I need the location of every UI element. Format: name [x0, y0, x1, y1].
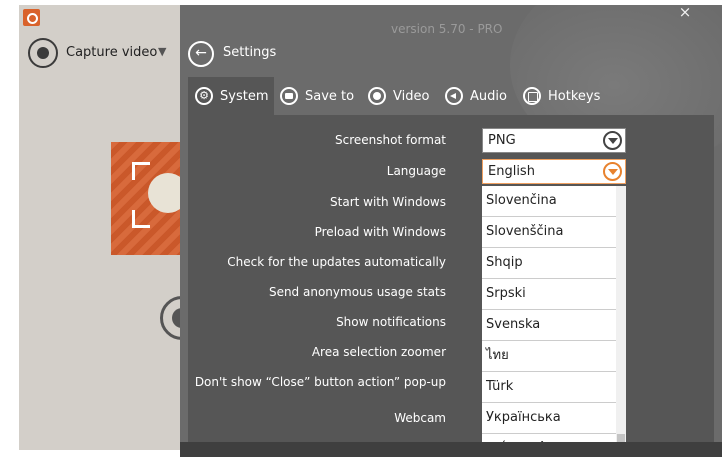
tab-audio[interactable]: Audio — [445, 77, 507, 115]
option-notifications-label: Show notifications — [336, 315, 446, 329]
tab-hotkeys[interactable]: Hotkeys — [523, 77, 600, 115]
option-screenshot-format-label: Screenshot format — [334, 133, 446, 147]
hotkeys-icon — [523, 87, 541, 105]
speaker-icon — [445, 87, 463, 105]
option-language-label: Language — [386, 164, 446, 178]
option-check-updates-label: Check for the updates automatically — [227, 255, 446, 269]
version-label: version 5.70 - PRO — [391, 22, 503, 36]
chevron-down-icon[interactable] — [603, 131, 622, 150]
page-title: Settings — [223, 45, 277, 60]
language-option[interactable]: Slovenčina — [482, 186, 616, 217]
capture-record-icon[interactable] — [28, 38, 58, 68]
option-start-with-windows-label: Start with Windows — [330, 195, 446, 209]
language-option[interactable]: Türk — [482, 372, 616, 403]
record-icon — [368, 87, 386, 105]
screenshot-format-select[interactable]: PNG — [482, 128, 626, 153]
option-usage-stats-label: Send anonymous usage stats — [268, 285, 446, 299]
option-close-popup-label: Don't show “Close” button action” pop-up — [194, 375, 446, 389]
gears-icon — [195, 87, 213, 105]
settings-tabs: System Save to Video Audio Hotkeys — [188, 77, 708, 115]
tab-save-to[interactable]: Save to — [280, 77, 354, 115]
tab-label: Audio — [470, 88, 507, 104]
option-preload-label: Preload with Windows — [314, 225, 446, 239]
tab-video[interactable]: Video — [368, 77, 429, 115]
screenshot-format-value: PNG — [488, 133, 516, 148]
tab-label: Save to — [305, 88, 355, 104]
language-option[interactable]: ไทย — [482, 341, 616, 372]
app-logo-icon — [23, 9, 40, 26]
option-zoomer-label: Area selection zoomer — [311, 345, 446, 359]
tab-label: System — [220, 88, 269, 104]
option-webcam-label: Webcam — [394, 411, 446, 425]
language-option[interactable]: Shqip — [482, 248, 616, 279]
bottom-strip — [180, 442, 722, 457]
language-option[interactable]: Svenska — [482, 310, 616, 341]
tab-label: Video — [393, 88, 430, 104]
language-select[interactable]: English — [482, 159, 626, 184]
chevron-down-icon[interactable] — [603, 162, 622, 181]
system-settings-content: Screenshot format Language Start with Wi… — [188, 115, 714, 455]
language-option[interactable]: Українська — [482, 403, 616, 434]
language-option[interactable]: Slovenščina — [482, 217, 616, 248]
capture-dropdown-caret-icon[interactable]: ▼ — [158, 45, 166, 58]
folder-icon — [280, 87, 298, 105]
tab-label: Hotkeys — [548, 88, 601, 104]
settings-panel: version 5.70 - PRO × ← Settings System S… — [180, 5, 722, 457]
promo-bracket-icon — [132, 162, 150, 180]
language-options-list[interactable]: Slovenčina Slovenščina Shqip Srpski Sven… — [482, 186, 626, 455]
list-scrollbar[interactable] — [616, 186, 626, 455]
tab-system[interactable]: System — [188, 77, 274, 115]
back-arrow-icon[interactable]: ← — [188, 41, 214, 67]
promo-bracket-icon — [132, 210, 150, 228]
capture-video-label[interactable]: Capture video — [66, 45, 157, 60]
language-value: English — [488, 164, 535, 179]
language-option[interactable]: Srpski — [482, 279, 616, 310]
close-button[interactable]: × — [677, 5, 693, 21]
